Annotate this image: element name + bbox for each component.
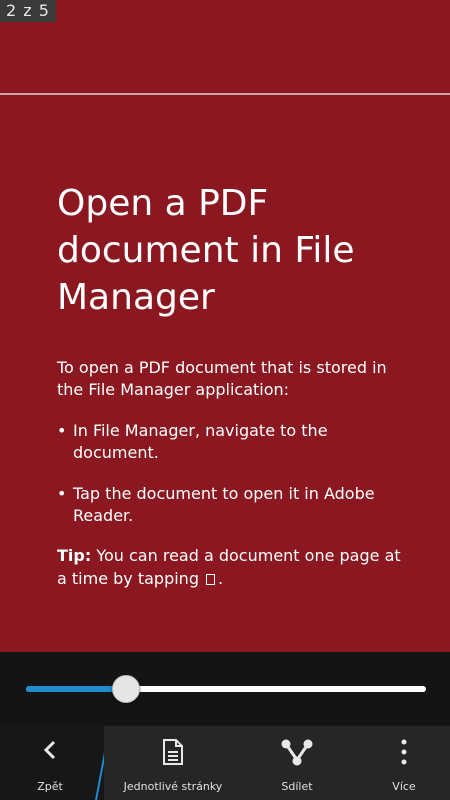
tip-label: Tip: [57,546,92,565]
share-button[interactable]: Sdílet [256,726,338,800]
back-label: Zpět [37,780,63,793]
bullet-item: In File Manager, navigate to the documen… [57,420,407,464]
document-tip: Tip: You can read a document one page at… [57,544,407,590]
single-pages-label: Jednotlivé stránky [123,780,223,793]
document-bullet-list: In File Manager, navigate to the documen… [57,420,407,546]
back-chevron-icon [43,740,56,760]
bullet-item: Tap the document to open it in Adobe Rea… [57,483,407,527]
back-button[interactable]: Zpět [0,726,104,800]
tip-text: You can read a document one page at a ti… [57,546,401,588]
more-label: Více [392,780,416,793]
more-button[interactable]: Více [370,726,438,800]
back-action: Zpět [0,726,100,800]
page-slider-fill [26,686,126,692]
single-page-icon [205,574,215,585]
action-bar: Zpět Jednotlivé stránky Sdílet Více [0,726,450,800]
share-icon [281,739,313,766]
page-slider-thumb[interactable] [112,675,140,703]
more-vertical-icon [401,739,407,765]
page-slider-area [0,652,450,726]
document-icon [163,739,183,765]
page-indicator: 2 z 5 [0,0,56,22]
document-intro: To open a PDF document that is stored in… [57,358,387,399]
page-slider-track[interactable] [26,675,426,703]
share-label: Sdílet [281,780,313,793]
page-divider [0,93,450,95]
single-pages-button[interactable]: Jednotlivé stránky [112,726,234,800]
tip-end: . [217,569,224,588]
document-page[interactable]: 2 z 5 Open a PDF document in File Manage… [0,0,450,652]
document-title: Open a PDF document in File Manager [57,183,355,318]
